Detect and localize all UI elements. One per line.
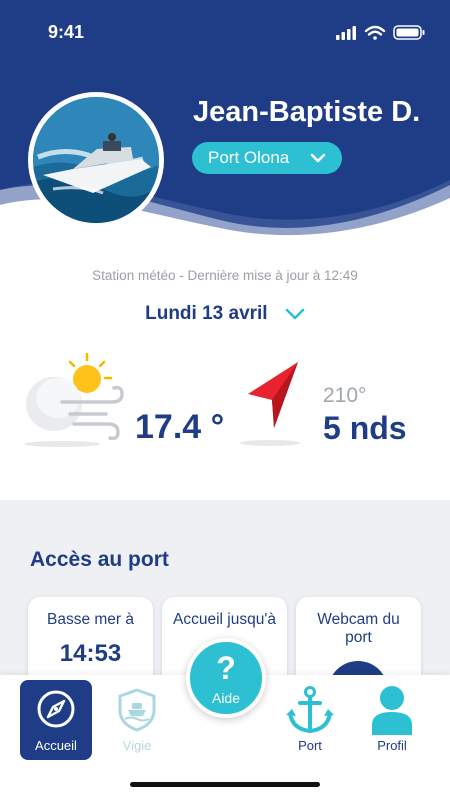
card-value: 14:53 xyxy=(59,640,122,667)
nav-item-port[interactable]: Port xyxy=(274,680,346,760)
nav-label: Port xyxy=(298,738,322,753)
nav-item-vigie[interactable]: Vigie xyxy=(101,680,173,760)
avatar[interactable] xyxy=(28,92,164,228)
wifi-icon xyxy=(364,25,386,40)
help-label: Aide xyxy=(211,690,241,706)
date-selector[interactable]: Lundi 13 avril xyxy=(0,303,450,325)
user-name: Jean-Baptiste D. xyxy=(193,96,421,128)
wind-speed: 5 nds xyxy=(323,410,407,446)
port-selector-label: Port Olona xyxy=(208,148,290,167)
boat-photo-icon xyxy=(33,97,159,223)
question-mark-icon: ? xyxy=(216,650,236,686)
status-bar: 9:41 xyxy=(0,18,450,48)
card-label: Accueil jusqu'à xyxy=(173,611,276,628)
port-selector[interactable]: Port Olona xyxy=(192,142,342,174)
section-title: Accès au port xyxy=(30,548,169,571)
nav-label: Vigie xyxy=(122,738,152,753)
wind-direction: 210° xyxy=(323,384,367,407)
status-icons xyxy=(336,24,428,47)
card-label: Basse mer à xyxy=(46,611,134,628)
help-button[interactable]: ? Aide xyxy=(186,638,266,718)
nav-item-profil[interactable]: Profil xyxy=(356,680,428,760)
cloud-sun-wind-icon xyxy=(22,352,132,452)
weather-station-info: Station météo - Dernière mise à jour à 1… xyxy=(92,268,358,283)
navigation-arrow-icon xyxy=(238,358,308,453)
nav-label: Accueil xyxy=(35,738,77,753)
nav-label: Profil xyxy=(377,738,407,753)
battery-icon xyxy=(393,25,425,40)
compass-icon xyxy=(37,690,75,728)
home-indicator xyxy=(130,782,320,787)
date-label: Lundi 13 avril xyxy=(145,303,268,324)
person-icon xyxy=(372,686,412,735)
signal-icon xyxy=(336,26,356,40)
anchor-icon xyxy=(286,686,334,734)
chevron-down-icon xyxy=(285,308,305,320)
chevron-down-icon xyxy=(310,153,326,163)
nav-item-accueil[interactable]: Accueil xyxy=(20,680,92,760)
shield-boat-icon xyxy=(118,688,156,732)
temperature-value: 17.4 ° xyxy=(135,408,225,446)
status-time: 9:41 xyxy=(48,22,85,42)
card-label: Webcam du port xyxy=(317,611,400,646)
